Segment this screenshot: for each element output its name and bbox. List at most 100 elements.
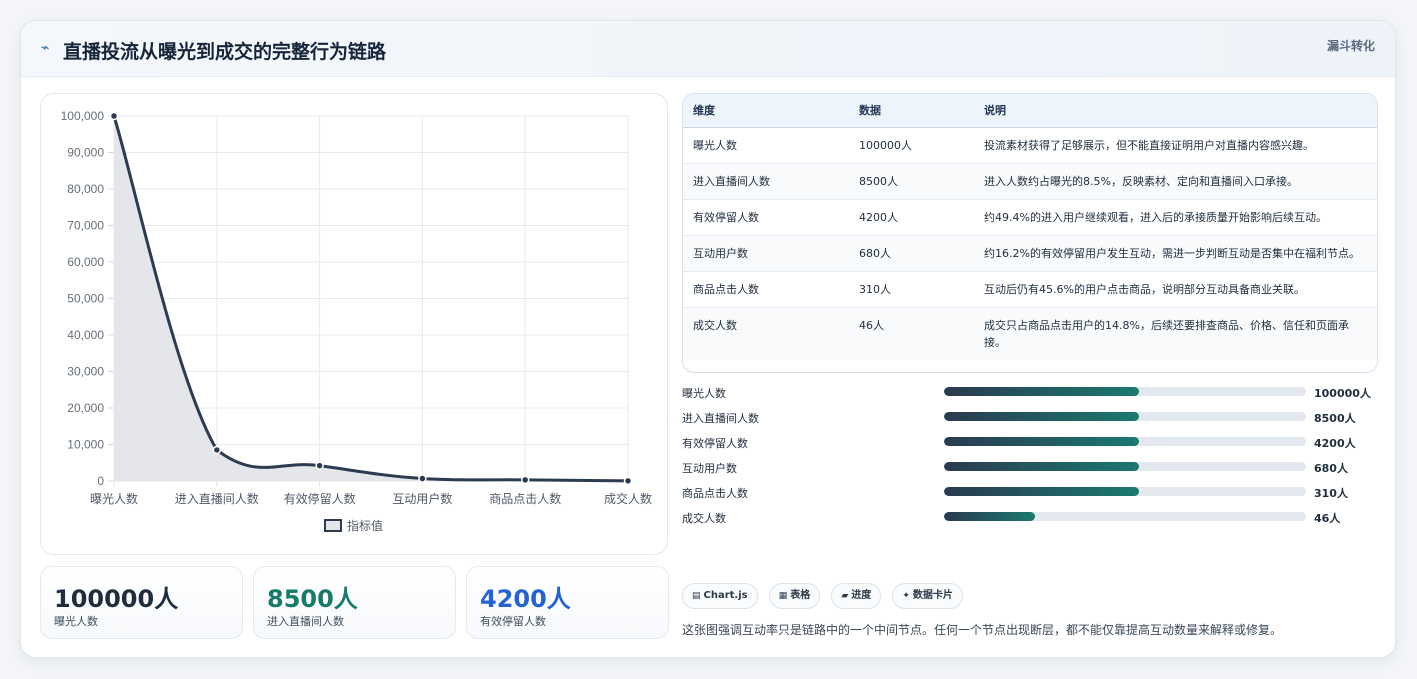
- kpi-card: 8500人 进入直播间人数: [253, 566, 456, 639]
- cell-dimension: 成交人数: [693, 318, 737, 332]
- progress-label: 互动用户数: [682, 462, 737, 475]
- progress-label: 有效停留人数: [682, 437, 748, 450]
- progress-fill: [944, 462, 1140, 471]
- kpi-label: 曝光人数: [54, 615, 98, 628]
- chart-panel: 100,000 90,000 80,000 70,000 60,000 50,000 40,…: [40, 93, 668, 555]
- chart-icon: ▤: [692, 591, 701, 601]
- data-point: [315, 461, 324, 470]
- y-tick-label: 80,000: [67, 182, 104, 196]
- column-header: 维度: [683, 94, 849, 128]
- progress-value: 310人: [1314, 487, 1348, 500]
- page-title: 直播投流从曝光到成交的完整行为链路: [63, 41, 387, 63]
- progress-list: 曝光人数 100000人 进入直播间人数 8500人 有效停留人数 4200人 …: [682, 381, 1382, 531]
- kpi-card: 100000人 曝光人数: [40, 566, 243, 639]
- progress-value: 4200人: [1314, 437, 1356, 450]
- progress-fill: [944, 512, 1035, 521]
- footnote: 这张图强调互动率只是链路中的一个中间节点。任何一个节点出现断层，都不能仅靠提高互…: [682, 623, 1283, 637]
- progress-value: 46人: [1314, 512, 1341, 525]
- progress-row: 有效停留人数 4200人: [682, 431, 1382, 456]
- table-row: 曝光人数 100000人 投流素材获得了足够展示，但不能直接证明用户对直播内容感兴趣…: [683, 127, 1377, 164]
- trend-icon: ⌁: [41, 40, 50, 56]
- legend-swatch: [324, 519, 342, 532]
- table-row: 互动用户数 680人 约16.2%的有效停留用户发生互动，需进一步判断互动是否集中在…: [683, 235, 1377, 272]
- kpi-card: 4200人 有效停留人数: [466, 566, 669, 639]
- y-tick-label: 40,000: [67, 328, 104, 342]
- cell-value: 310人: [849, 271, 974, 308]
- progress-track: [944, 462, 1306, 471]
- cell-value: 100000人: [849, 127, 974, 164]
- data-point: [212, 445, 222, 455]
- progress-label: 进入直播间人数: [682, 412, 759, 425]
- cell-description: 进入人数约占曝光的8.5%，反映素材、定向和直播间入口承接。: [974, 163, 1377, 200]
- cell-value: 8500人: [849, 163, 974, 200]
- progress-row: 互动用户数 680人: [682, 456, 1382, 481]
- cell-value: 4200人: [849, 199, 974, 236]
- progress-fill: [944, 437, 1140, 446]
- data-table: 维度 数据 说明 曝光人数 100000人 投流素材获得了足够展示，但不能直接证明用…: [682, 93, 1378, 373]
- table-icon: ▦: [778, 591, 788, 601]
- cell-description: 约49.4%的进入用户继续观看，进入后的承接质量开始影响后续互动。: [974, 199, 1377, 236]
- progress-row: 进入直播间人数 8500人: [682, 406, 1382, 431]
- progress-track: [944, 512, 1306, 521]
- chip-label: Chart.js: [703, 590, 748, 601]
- y-tick-label: 30,000: [67, 365, 104, 379]
- kpi-value: 4200人: [480, 585, 571, 613]
- x-tick-label: 商品点击人数: [489, 491, 561, 506]
- header-tag: 漏斗转化: [1326, 39, 1375, 53]
- progress-track: [944, 437, 1306, 446]
- table-row: 商品点击人数 310人 互动后仍有45.6%的用户点击商品，说明部分互动具备商业关联…: [683, 271, 1377, 308]
- y-tick-label: 0: [97, 474, 104, 488]
- legend-label: 指标值: [347, 518, 383, 533]
- progress-row: 曝光人数 100000人: [682, 381, 1382, 406]
- x-tick-label: 进入直播间人数: [175, 491, 259, 506]
- cell-dimension: 互动用户数: [683, 235, 849, 272]
- y-tick-label: 50,000: [67, 292, 104, 306]
- chip-chartjs[interactable]: ▤ Chart.js: [682, 583, 758, 609]
- progress-track: [944, 387, 1306, 396]
- cell-description: 投流素材获得了足够展示，但不能直接证明用户对直播内容感兴趣。: [974, 127, 1377, 164]
- cell-dimension: 进入直播间人数: [683, 163, 849, 200]
- progress-row: 成交人数 46人: [682, 506, 1382, 531]
- table-header-row: 维度 数据 说明: [683, 94, 1377, 128]
- progress-value: 8500人: [1314, 412, 1356, 425]
- y-tick-label: 10,000: [67, 438, 104, 452]
- progress-value: 100000人: [1314, 387, 1371, 400]
- table-row: 成交人数 46人 成交只占商品点击用户的14.8%，后续还要排查商品、价格、信任和页…: [683, 307, 1377, 360]
- progress-icon: ▰: [841, 591, 849, 601]
- progress-label: 成交人数: [682, 512, 726, 525]
- progress-track: [944, 412, 1306, 421]
- column-header: 数据: [849, 94, 974, 128]
- progress-row: 商品点击人数 310人: [682, 481, 1382, 506]
- chip-cards[interactable]: ✦ 数据卡片: [892, 583, 963, 609]
- main-card: ⌁ 直播投流从曝光到成交的完整行为链路 漏斗转化 100,000 90,000 80…: [20, 20, 1396, 658]
- data-point: [623, 476, 633, 486]
- area-chart: 100,000 90,000 80,000 70,000 60,000 50,000 40,…: [61, 109, 652, 533]
- cell-description: 互动后仍有45.6%的用户点击商品，说明部分互动具备商业关联。: [974, 271, 1377, 308]
- progress-label: 曝光人数: [682, 387, 726, 400]
- kpi-value: 100000人: [54, 585, 179, 613]
- table-row: 进入直播间人数 8500人 进入人数约占曝光的8.5%，反映素材、定向和直播间入口承…: [683, 163, 1377, 200]
- cell-dimension: 有效停留人数: [683, 199, 849, 236]
- table-row: 有效停留人数 4200人 约49.4%的进入用户继续观看，进入后的承接质量开始影响后…: [683, 199, 1377, 236]
- cell-value: 680人: [849, 235, 974, 272]
- data-point: [418, 474, 427, 483]
- progress-fill: [944, 487, 1140, 496]
- chip-label: 进度: [851, 590, 872, 601]
- y-tick-label: 20,000: [67, 401, 104, 415]
- x-tick-label: 成交人数: [604, 491, 652, 506]
- card-header: ⌁ 直播投流从曝光到成交的完整行为链路 漏斗转化: [21, 21, 1395, 77]
- chip-table[interactable]: ▦ 表格: [768, 583, 821, 609]
- cell-dimension: 曝光人数: [683, 127, 849, 164]
- progress-fill: [944, 412, 1140, 421]
- data-point: [109, 111, 119, 121]
- cell-description: 成交只占商品点击用户的14.8%，后续还要排查商品、价格、信任和页面承接。: [984, 318, 1349, 349]
- cell-dimension: 商品点击人数: [683, 271, 849, 308]
- x-tick-label: 曝光人数: [90, 491, 138, 506]
- chip-progress[interactable]: ▰ 进度: [831, 583, 882, 609]
- column-header: 说明: [974, 94, 1377, 128]
- x-tick-label: 互动用户数: [392, 491, 452, 506]
- chip-label: 数据卡片: [912, 590, 953, 601]
- data-point: [520, 475, 530, 485]
- progress-track: [944, 487, 1306, 496]
- sparkle-icon: ✦: [902, 591, 910, 601]
